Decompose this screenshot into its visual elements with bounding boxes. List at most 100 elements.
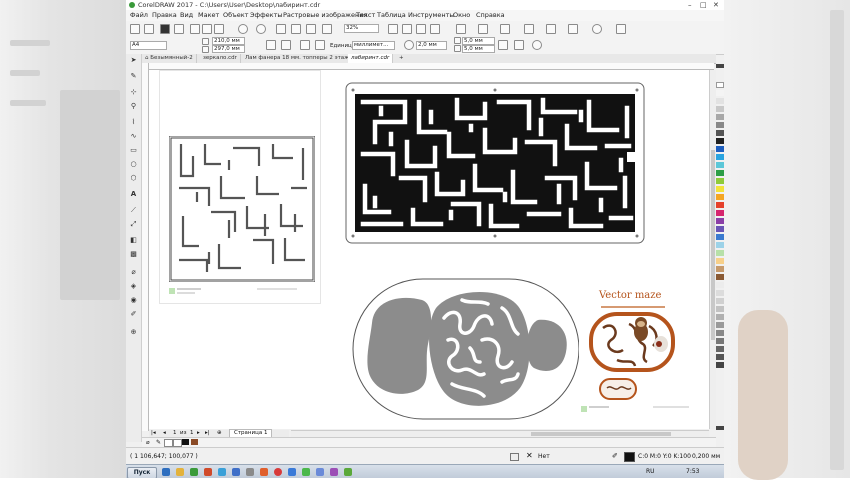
swatch-white[interactable] (716, 90, 724, 96)
menu-help[interactable]: Справка (476, 11, 505, 19)
interactive-fill-icon[interactable]: ◈ (129, 282, 138, 291)
prev-page-icon[interactable]: ◂ (163, 430, 166, 436)
menu-tools[interactable]: Инструменты (408, 11, 455, 19)
taskbar-app-icon[interactable] (260, 468, 268, 476)
eyedropper-small-icon[interactable]: ⌀ (146, 439, 150, 446)
page-border-icon[interactable] (514, 40, 524, 50)
horizontal-scroll-thumb[interactable] (531, 432, 671, 436)
menu-text[interactable]: Текст (356, 11, 375, 19)
edit-palette-icon[interactable]: ✎ (156, 439, 161, 446)
landscape-icon[interactable] (281, 40, 291, 50)
full-screen-preview-icon[interactable] (388, 24, 398, 34)
minimize-icon[interactable]: – (688, 1, 692, 9)
vertical-scroll-thumb[interactable] (711, 150, 715, 340)
taskbar-app-icon[interactable] (246, 468, 254, 476)
add-page-icon[interactable]: ⊕ (217, 430, 222, 436)
swatch-light[interactable] (716, 282, 724, 288)
menu-table[interactable]: Таблица (377, 11, 406, 19)
page-height-field[interactable]: 297,0 мм (212, 45, 245, 53)
artistic-media-icon[interactable]: ∿ (129, 132, 138, 141)
taskbar-app-icon[interactable] (204, 468, 212, 476)
zoom-tool-icon[interactable]: ⚲ (129, 102, 138, 111)
menu-object[interactable]: Объект (223, 11, 248, 19)
swatch-red[interactable] (716, 202, 724, 208)
swatch-blue[interactable] (716, 146, 724, 152)
options-gear-icon[interactable] (524, 24, 534, 34)
outline-color-swatch[interactable] (624, 452, 635, 462)
swatch-light-10[interactable] (716, 354, 724, 360)
first-page-icon[interactable]: |◂ (151, 430, 156, 436)
horizontal-scrollbar[interactable] (291, 430, 709, 437)
swatch-light-7[interactable] (716, 330, 724, 336)
open-icon[interactable] (144, 24, 154, 34)
swatch-light-3[interactable] (716, 298, 724, 304)
palette-scroll-down-icon[interactable] (716, 426, 724, 430)
swatch-light-11[interactable] (716, 362, 724, 368)
taskbar-folder-icon[interactable] (176, 468, 184, 476)
drop-shadow-icon[interactable]: ◧ (129, 236, 138, 245)
swatch-pale-blue[interactable] (716, 242, 724, 248)
outline-pen-status-icon[interactable]: ✐ (612, 452, 618, 460)
vertical-ruler[interactable] (142, 63, 149, 431)
swatch-orange[interactable] (716, 194, 724, 200)
maximize-icon[interactable]: □ (700, 1, 707, 9)
swatch-gray-70[interactable] (716, 130, 724, 136)
welcome-screen-icon[interactable] (456, 24, 466, 34)
swatch-cyan[interactable] (716, 154, 724, 160)
taskbar-app-icon[interactable] (316, 468, 324, 476)
last-page-icon[interactable]: ▸| (205, 430, 210, 436)
add-preset-icon[interactable] (532, 40, 542, 50)
color-proof-icon[interactable] (510, 453, 519, 461)
swatch-tan[interactable] (716, 266, 724, 272)
cut-icon[interactable] (190, 24, 200, 34)
taskbar-app-icon[interactable] (232, 468, 240, 476)
swatch-light-9[interactable] (716, 346, 724, 352)
save-icon[interactable] (160, 24, 170, 34)
doc-swatch-none[interactable] (164, 439, 173, 447)
menu-view[interactable]: Вид (180, 11, 193, 19)
portrait-icon[interactable] (266, 40, 276, 50)
menu-window[interactable]: Окно (453, 11, 470, 19)
swatch-gray-50[interactable] (716, 122, 724, 128)
app-launcher-icon[interactable] (478, 24, 488, 34)
paste-icon[interactable] (214, 24, 224, 34)
text-tool-icon[interactable]: A (129, 190, 138, 199)
menu-edit[interactable]: Правка (152, 11, 177, 19)
menu-layout[interactable]: Макет (198, 11, 219, 19)
swatch-gray-20[interactable] (716, 106, 724, 112)
tab-document-active[interactable]: лабиринт.cdr (348, 54, 394, 63)
swatch-lime[interactable] (716, 178, 724, 184)
smart-fill-icon[interactable]: ◉ (129, 296, 138, 305)
swatch-light-5[interactable] (716, 314, 724, 320)
swatch-light-8[interactable] (716, 338, 724, 344)
duplicate-distance-x-field[interactable]: 5,0 мм (462, 37, 495, 45)
nudge-distance-field[interactable]: 2,0 мм (416, 41, 447, 50)
taskbar-coreldraw-icon[interactable] (190, 468, 198, 476)
swatch-gray-10[interactable] (716, 98, 724, 104)
connector-tool-icon[interactable]: ⤢ (129, 220, 138, 229)
transparency-icon[interactable]: ▩ (129, 250, 138, 259)
taskbar-opera-icon[interactable] (274, 468, 282, 476)
filled-rectangle-maze[interactable] (345, 82, 645, 244)
color-styles-icon[interactable] (568, 24, 578, 34)
horizontal-ruler[interactable] (148, 63, 714, 70)
print-icon[interactable] (174, 24, 184, 34)
taskbar-app-icon[interactable] (218, 468, 226, 476)
swatch-green[interactable] (716, 170, 724, 176)
tab-document-2[interactable]: зеркало.cdr (200, 54, 241, 63)
next-page-icon[interactable]: ▸ (197, 430, 200, 436)
doc-swatch-white[interactable] (173, 439, 182, 447)
add-tool-icon[interactable]: ⊕ (129, 328, 138, 337)
no-color-swatch[interactable] (716, 82, 724, 88)
palette-scroll-up-icon[interactable] (716, 64, 724, 68)
export-icon[interactable] (306, 24, 316, 34)
fill-none-icon[interactable]: ✕ (526, 451, 533, 460)
freehand-tool-icon[interactable]: ⌇ (129, 118, 138, 127)
new-document-icon[interactable] (130, 24, 140, 34)
eyedropper-icon[interactable]: ⌀ (129, 268, 138, 277)
swatch-light-4[interactable] (716, 306, 724, 312)
start-button[interactable]: Пуск (127, 467, 157, 478)
undo-icon[interactable] (238, 24, 248, 34)
tab-document-1[interactable]: ⌂ Безымянный-2 (142, 54, 197, 63)
search-content-icon[interactable] (276, 24, 286, 34)
